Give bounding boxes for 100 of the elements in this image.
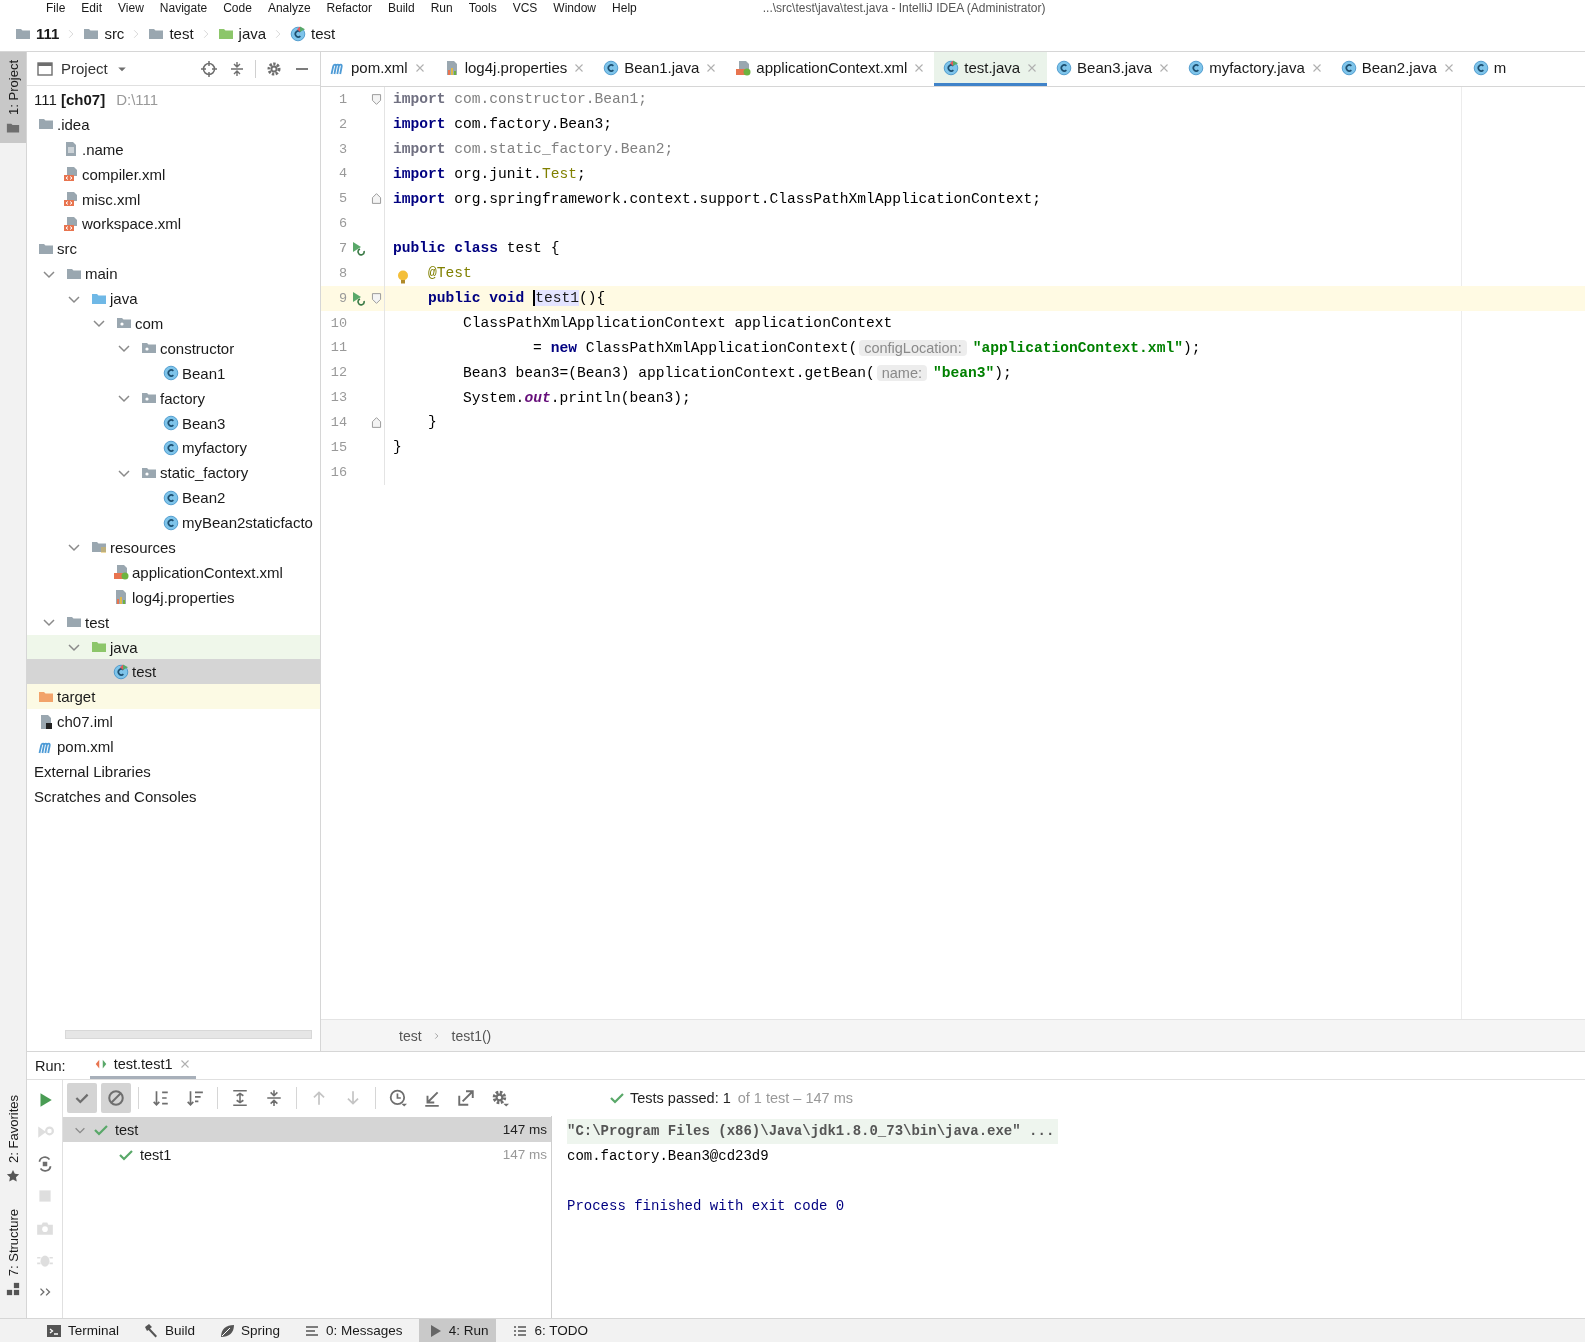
check-icon[interactable] [67, 1083, 97, 1113]
project-view-dropdown[interactable]: Project [37, 60, 128, 77]
tree-item[interactable]: Bean2 [27, 485, 320, 511]
tree-item[interactable]: misc.xml [27, 186, 320, 212]
tool-window-button[interactable]: Terminal [38, 1319, 127, 1342]
tool-window-button[interactable]: 6: TODO [504, 1319, 596, 1342]
tool-window-button[interactable]: 0: Messages [296, 1319, 411, 1342]
prohibited-icon[interactable] [101, 1083, 131, 1113]
crosshair-icon[interactable] [199, 58, 219, 79]
code-line: public class test { [392, 240, 560, 257]
class-icon [603, 59, 620, 76]
editor-tab[interactable]: myfactory.java [1179, 52, 1332, 86]
tree-item[interactable]: static_factory [27, 460, 320, 486]
window-icon [37, 60, 53, 77]
tree-item[interactable]: ch07.iml [27, 709, 320, 735]
tool-window-button[interactable]: Build [135, 1319, 204, 1342]
run-tab[interactable]: test.test1 [89, 1052, 197, 1079]
xml-file-icon [113, 564, 129, 581]
breadcrumb-item[interactable]: src [80, 25, 128, 42]
tree-item[interactable]: resources [27, 535, 320, 560]
line-number: 10 [329, 315, 347, 331]
menu-item[interactable]: Analyze [267, 1, 311, 15]
class-icon [1188, 59, 1205, 76]
tool-window-tab[interactable]: 7: Structure [0, 1200, 26, 1304]
properties-file-icon [113, 589, 129, 606]
tree-item[interactable]: test [27, 609, 320, 635]
tree-item[interactable]: target [27, 684, 320, 710]
breadcrumb-item[interactable]: test [287, 25, 339, 42]
tree-item[interactable]: myfactory [27, 435, 320, 461]
tree-item[interactable]: myBean2staticfacto [27, 510, 320, 536]
tree-item[interactable]: java [27, 634, 320, 660]
menu-item[interactable]: VCS [512, 1, 538, 15]
editor-tab[interactable]: log4j.properties [434, 52, 595, 86]
class-icon [163, 365, 179, 382]
editor-tab[interactable]: pom.xml [321, 52, 435, 86]
line-number: 11 [329, 340, 347, 356]
breadcrumb-item[interactable]: test [399, 1027, 422, 1044]
tree-item[interactable]: factory [27, 385, 320, 411]
console-line: com.factory.Bean3@cd23d9 [567, 1147, 770, 1166]
menu-item[interactable]: Help [612, 1, 637, 15]
test-status: Tests passed: 1 [630, 1090, 731, 1106]
tree-item[interactable]: com [27, 311, 320, 336]
editor-tab[interactable]: Bean1.java [594, 52, 727, 86]
tree-item[interactable]: .idea [27, 111, 320, 137]
menu-item[interactable]: Window [553, 1, 597, 15]
menu-item[interactable]: View [118, 1, 144, 15]
editor-tab[interactable]: Bean3.java [1047, 52, 1180, 86]
breadcrumb-item[interactable]: test1() [451, 1027, 492, 1044]
tree-item[interactable]: workspace.xml [27, 211, 320, 237]
breadcrumb-item[interactable]: test [145, 25, 197, 42]
scrollbar[interactable] [65, 1030, 312, 1039]
test-item[interactable]: test 147 ms [63, 1117, 551, 1142]
tree-item[interactable]: Bean3 [27, 410, 320, 436]
tool-window-button[interactable]: Spring [211, 1319, 289, 1342]
tool-window-tab[interactable]: 1: Project [0, 52, 26, 143]
menu-item[interactable]: Navigate [159, 1, 208, 15]
menu-item[interactable]: File [46, 1, 66, 15]
console-line: Process finished with exit code 0 [567, 1197, 846, 1216]
breadcrumb-item[interactable]: 111 [12, 25, 63, 42]
tree-item[interactable]: pom.xml [27, 734, 320, 760]
tree-item[interactable]: 111 [ch07] D:\111 [27, 87, 320, 112]
tree-item[interactable]: Scratches and Consoles [27, 783, 320, 809]
tree-item[interactable]: constructor [27, 335, 320, 361]
class-icon [113, 663, 129, 680]
tree-item[interactable]: applicationContext.xml [27, 559, 320, 585]
tree-item[interactable]: src [27, 236, 320, 262]
line-number: 1 [337, 91, 347, 107]
code-line: import org.springframework.context.support.ClassPathXmlApplicationContext; [392, 190, 1042, 207]
test-item[interactable]: test1 147 ms [63, 1142, 551, 1167]
class-icon [1340, 59, 1357, 76]
menu-item[interactable]: Code [223, 1, 252, 15]
tree-item[interactable]: Bean1 [27, 360, 320, 386]
editor-tab[interactable]: m [1463, 52, 1515, 86]
tree-item[interactable]: test [27, 659, 320, 685]
editor-tab[interactable]: test.java [934, 52, 1048, 86]
editor-tab[interactable]: Bean2.java [1331, 52, 1464, 86]
class-icon [163, 514, 179, 531]
tree-item[interactable]: compiler.xml [27, 161, 320, 187]
run-icon[interactable] [350, 290, 366, 307]
class-icon [290, 25, 307, 42]
menu-item[interactable]: Refactor [326, 1, 372, 15]
code-text: Bean3 bean3=(Bean3) applicationContext.getBean( [462, 364, 875, 381]
tree-item[interactable]: log4j.properties [27, 584, 320, 610]
code-line: ClassPathXmlApplicationContext applicationContext [462, 315, 893, 331]
class-icon [943, 59, 960, 76]
editor-tab[interactable]: applicationContext.xml [726, 52, 935, 86]
menu-item[interactable]: Tools [468, 1, 497, 15]
menu-item[interactable]: Edit [81, 1, 103, 15]
tool-window-tab[interactable]: 2: Favorites [0, 1086, 26, 1191]
tool-window-button[interactable]: 4: Run [418, 1319, 497, 1342]
menu-item[interactable]: Build [387, 1, 415, 15]
tree-item[interactable]: java [27, 286, 320, 311]
tree-item[interactable]: .name [27, 136, 320, 162]
breadcrumb-item[interactable]: java [214, 25, 270, 42]
run-icon[interactable] [350, 240, 366, 257]
tree-item[interactable]: main [27, 261, 320, 287]
line-number: 16 [329, 464, 347, 480]
string-literal: "applicationContext.xml" [972, 339, 1183, 356]
tree-item[interactable]: External Libraries [27, 759, 320, 784]
menu-item[interactable]: Run [430, 1, 453, 15]
